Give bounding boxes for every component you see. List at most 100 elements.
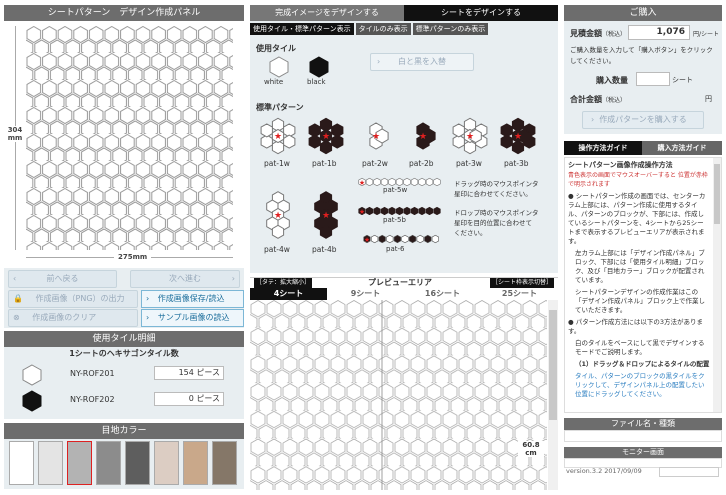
white-tile-label: white <box>264 78 284 86</box>
black-hex-icon <box>22 390 42 412</box>
sample-load-button[interactable]: › サンプル画像の読込 <box>141 309 244 327</box>
grout-swatch[interactable] <box>38 441 63 485</box>
redo-button[interactable]: 次へ進む › <box>130 270 240 288</box>
guide-panel: シートパターン画像作成操作方法 青色表示の画面でマウスオーバーすると 位置が赤枠… <box>564 157 722 413</box>
grout-swatch[interactable] <box>125 441 150 485</box>
guide-item: （1）ドラッグ＆ドロップによるタイルの配置 <box>575 360 710 368</box>
pattern-label: pat-2b <box>409 159 434 168</box>
height-dimension: 304 mm <box>4 126 26 142</box>
sheet-frame-toggle[interactable]: ［シート枠表示切替］ <box>489 278 554 288</box>
pat-2b-pattern[interactable]: ★ <box>405 117 441 155</box>
grout-swatch[interactable] <box>9 441 34 485</box>
guide-item: ● パターン作成方法には以下の3方法があります。 <box>568 318 704 335</box>
tab-9-sheets[interactable]: 9シート <box>327 288 404 300</box>
subtab-tiles[interactable]: タイルのみ表示 <box>355 23 411 35</box>
monitor-field <box>659 467 719 477</box>
clear-button[interactable]: ⊗ 作成画像のクリア <box>8 309 138 327</box>
drag-hint: ドラッグ時のマウスポインタ 星印に合わせてください。 <box>454 180 539 198</box>
pat-6-strip[interactable]: ★ <box>362 234 442 244</box>
design-canvas[interactable] <box>26 26 233 250</box>
pat-5b-label: pat-5b <box>383 216 406 224</box>
pat-2w-pattern[interactable]: ★ <box>358 117 394 155</box>
guide-item: 白のタイルをベースにして黒でデザインするモードでご説明します。 <box>575 339 705 356</box>
estimate-text: 見積金額 <box>570 29 602 38</box>
strip-tile <box>424 234 432 244</box>
black-tile-icon[interactable] <box>309 56 329 78</box>
file-name-field[interactable] <box>564 430 722 442</box>
subtab-all[interactable]: 使用タイル・標準パターン表示 <box>250 23 354 35</box>
strip-tile <box>408 234 417 244</box>
design-panel-title: シートパターン デザイン作成パネル <box>4 5 244 21</box>
pattern-tile <box>283 134 296 149</box>
pat-1b-pattern[interactable]: ★ <box>308 117 344 155</box>
white-tile-icon[interactable] <box>269 56 289 78</box>
pattern-tile <box>319 224 333 239</box>
scrollbar-thumb[interactable] <box>549 310 557 420</box>
zoom-toggle[interactable]: ［タテ：拡大縮小］ <box>254 278 313 288</box>
guide-scrollbar[interactable] <box>713 158 721 412</box>
tiles-detail-title: 使用タイル明細 <box>4 331 244 347</box>
grout-swatch[interactable] <box>67 441 92 485</box>
preview-title: プレビューエリア <box>368 278 432 287</box>
star-icon: ★ <box>274 211 282 221</box>
grout-swatch[interactable] <box>154 441 179 485</box>
star-icon: ★ <box>359 179 365 186</box>
swap-colors-button[interactable]: › 白と黒を入替 <box>370 53 474 71</box>
used-tiles-label: 使用タイル <box>256 44 296 53</box>
tab-25-sheets[interactable]: 25シート <box>481 288 558 300</box>
tile-pattern-panel: 使用タイル・標準パターン表示 タイルのみ表示 標準パターンのみ表示 使用タイル … <box>250 21 558 273</box>
close-circle-icon: ⊗ <box>13 313 20 322</box>
strip-tile <box>393 234 402 244</box>
tab-purchase-guide[interactable]: 購入方法ガイド <box>642 141 722 155</box>
strip-tile <box>395 206 404 215</box>
pat-4w-pattern[interactable]: ★ <box>260 186 296 244</box>
grout-swatch[interactable] <box>96 441 121 485</box>
pat-3b-pattern[interactable]: ★ <box>500 117 536 155</box>
tab-sheet-design[interactable]: シートをデザインする <box>404 5 558 21</box>
buy-button[interactable]: › 作成パターンを購入する <box>582 111 704 129</box>
preview-dim-unit: cm <box>525 449 537 457</box>
purchase-note: ご購入数量を入力して「購入ボタン」をクリックしてください。 <box>570 46 713 65</box>
monitor-title: モニター画面 <box>564 447 722 458</box>
grout-swatch[interactable] <box>183 441 208 485</box>
swap-label: 白と黒を入替 <box>398 57 446 66</box>
tab-16-sheets[interactable]: 16シート <box>404 288 481 300</box>
pattern-tile <box>452 123 465 138</box>
strip-tile <box>410 177 419 186</box>
save-load-button[interactable]: › 作成画像保存/読込 <box>141 290 244 308</box>
strip-tile <box>425 177 434 186</box>
tab-operation-guide[interactable]: 操作方法ガイド <box>564 141 642 155</box>
pat-3w-pattern[interactable]: ★ <box>452 117 488 155</box>
preview-dim-value: 60.8 <box>522 441 540 449</box>
pat-6-label: pat-6 <box>386 245 405 253</box>
save-label: 作成画像保存/読込 <box>157 294 225 303</box>
subtab-patterns[interactable]: 標準パターンのみ表示 <box>412 23 489 35</box>
undo-label: 前へ戻る <box>46 274 79 283</box>
strip-tile <box>380 177 389 186</box>
design-panel[interactable]: 304 mm 275mm <box>4 22 244 268</box>
strip-tile <box>433 177 441 186</box>
tab-4-sheets[interactable]: 4シート <box>250 288 327 300</box>
strip-tile <box>388 206 396 215</box>
preview-scrollbar[interactable] <box>548 300 558 490</box>
pat-1w-pattern[interactable]: ★ <box>260 117 296 155</box>
sub-tabs: 使用タイル・標準パターン表示 タイルのみ表示 標準パターンのみ表示 <box>250 23 489 35</box>
pattern-label: pat-4b <box>312 245 337 254</box>
chevron-right-icon: › <box>231 274 235 283</box>
pat-5b-strip[interactable]: ★ <box>357 206 441 215</box>
preview-area[interactable] <box>250 300 547 490</box>
undo-button[interactable]: ‹ 前へ戻る <box>8 270 117 288</box>
tab-complete-image[interactable]: 完成イメージをデザインする <box>250 5 404 21</box>
guide-scroll-thumb[interactable] <box>714 164 720 224</box>
pattern-label: pat-4w <box>264 245 290 254</box>
pat-5w-strip[interactable]: ★ <box>357 177 441 186</box>
chevron-left-icon: ‹ <box>13 274 17 283</box>
print-png-button[interactable]: 🔒 作成画像（PNG）の出力 <box>8 290 138 308</box>
grout-swatch[interactable] <box>212 441 237 485</box>
tile-count-field: 0 ピース <box>154 392 224 406</box>
pat-4b-pattern[interactable]: ★ <box>308 186 344 244</box>
guide-title: シートパターン画像作成操作方法 <box>568 161 673 169</box>
qty-input[interactable] <box>636 72 670 86</box>
grout-color-title: 目地カラー <box>4 423 244 439</box>
preview-tabs: 4シート 9シート 16シート 25シート <box>250 288 558 300</box>
